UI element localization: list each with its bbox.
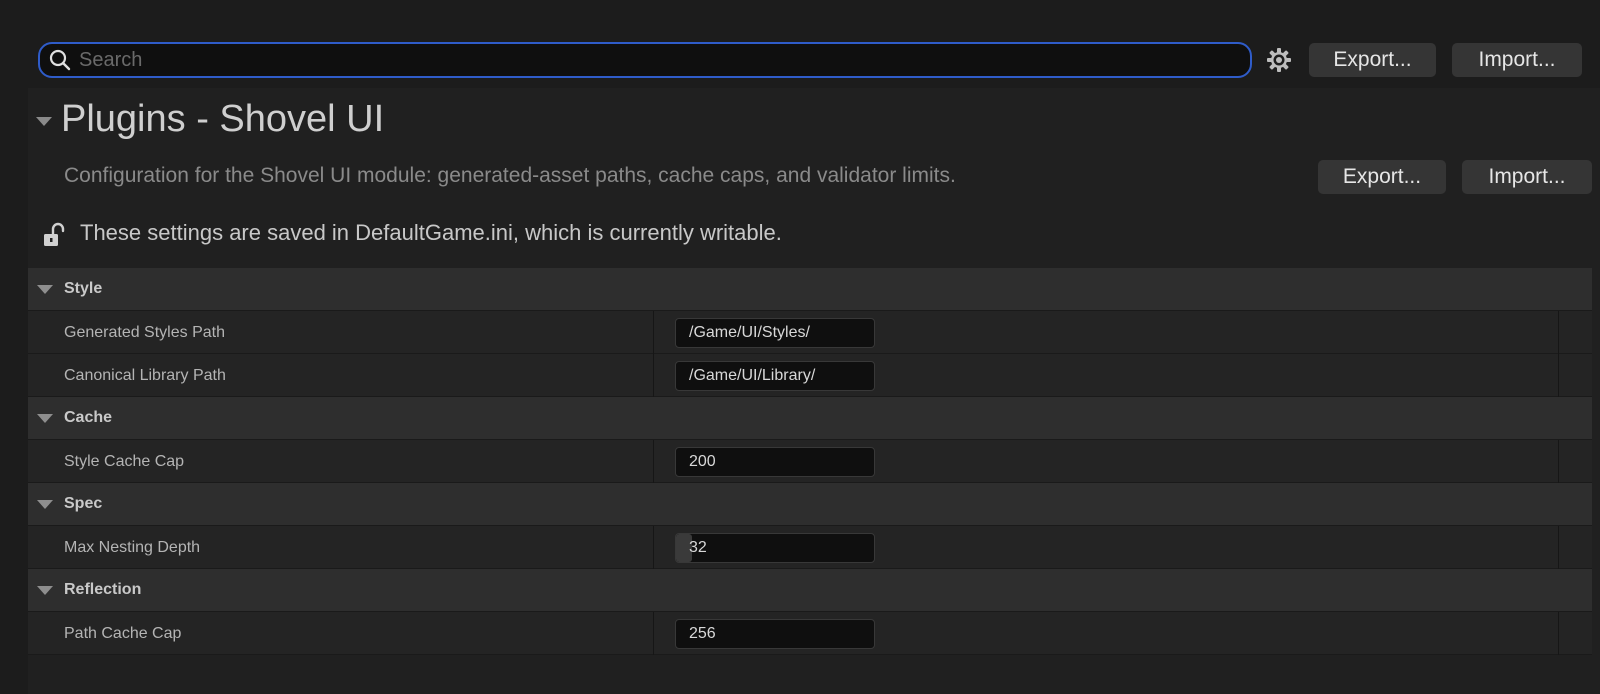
unlocked-icon <box>42 222 66 248</box>
column-divider[interactable] <box>653 354 654 397</box>
property-label: Generated Styles Path <box>64 323 225 341</box>
max-nesting-depth-slider[interactable]: 32 <box>675 533 875 563</box>
property-row: Path Cache Cap 256 <box>28 612 1592 655</box>
property-row: Generated Styles Path /Game/UI/Styles/ <box>28 311 1592 354</box>
search-box[interactable] <box>38 42 1252 78</box>
column-divider <box>1558 526 1559 569</box>
field-value: 32 <box>689 539 707 556</box>
property-label: Max Nesting Depth <box>64 538 201 556</box>
column-divider[interactable] <box>653 311 654 354</box>
section-export-button[interactable]: Export... <box>1318 160 1446 194</box>
category-label: Cache <box>64 409 113 426</box>
property-row: Max Nesting Depth 32 <box>28 526 1592 569</box>
expand-arrow-icon[interactable] <box>37 284 53 294</box>
gear-icon[interactable] <box>1266 47 1292 73</box>
page-title: Plugins - Shovel UI <box>61 98 385 140</box>
column-divider[interactable] <box>653 612 654 655</box>
expand-arrow-icon[interactable] <box>37 585 53 595</box>
property-table: Style Generated Styles Path /Game/UI/Sty… <box>28 268 1592 655</box>
import-button[interactable]: Import... <box>1452 43 1582 77</box>
collapse-arrow-icon[interactable] <box>36 117 52 126</box>
style-cache-cap-field[interactable]: 200 <box>675 447 875 477</box>
search-toolbar: Export... Import... <box>0 0 1600 88</box>
field-value: /Game/UI/Library/ <box>689 367 816 384</box>
property-row: Canonical Library Path /Game/UI/Library/ <box>28 354 1592 397</box>
section-import-button[interactable]: Import... <box>1462 160 1592 194</box>
category-style[interactable]: Style <box>28 268 1592 311</box>
column-divider <box>1558 354 1559 397</box>
expand-arrow-icon[interactable] <box>37 413 53 423</box>
column-divider <box>1558 612 1559 655</box>
field-value: 256 <box>689 625 716 642</box>
category-reflection[interactable]: Reflection <box>28 569 1592 612</box>
path-cache-cap-field[interactable]: 256 <box>675 619 875 649</box>
generated-styles-path-field[interactable]: /Game/UI/Styles/ <box>675 318 875 348</box>
expand-arrow-icon[interactable] <box>37 499 53 509</box>
category-label: Reflection <box>64 581 142 598</box>
column-divider[interactable] <box>653 526 654 569</box>
field-value: 200 <box>689 453 716 470</box>
category-label: Spec <box>64 495 103 512</box>
column-divider[interactable] <box>653 440 654 483</box>
category-label: Style <box>64 280 103 297</box>
column-divider <box>1558 440 1559 483</box>
property-label: Path Cache Cap <box>64 624 182 642</box>
category-cache[interactable]: Cache <box>28 397 1592 440</box>
property-label: Canonical Library Path <box>64 366 226 384</box>
canonical-library-path-field[interactable]: /Game/UI/Library/ <box>675 361 875 391</box>
section-description: Configuration for the Shovel UI module: … <box>64 164 956 187</box>
config-file-note: These settings are saved in DefaultGame.… <box>80 220 782 245</box>
property-row: Style Cache Cap 200 <box>28 440 1592 483</box>
column-divider <box>1558 311 1559 354</box>
field-value: /Game/UI/Styles/ <box>689 324 810 341</box>
category-spec[interactable]: Spec <box>28 483 1592 526</box>
search-input[interactable] <box>79 45 1250 75</box>
property-label: Style Cache Cap <box>64 452 185 470</box>
search-icon <box>49 49 71 71</box>
export-button[interactable]: Export... <box>1309 43 1436 77</box>
